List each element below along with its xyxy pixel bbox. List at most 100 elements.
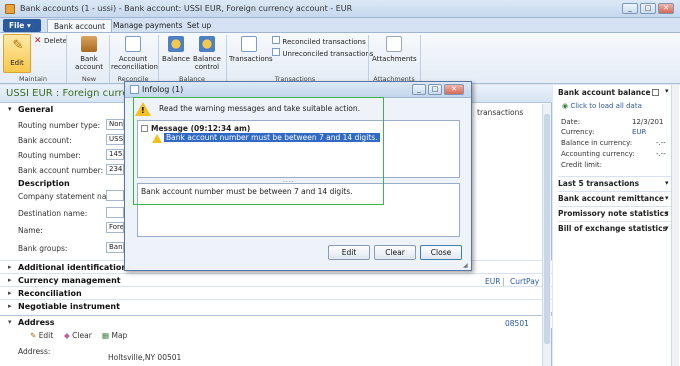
company-statement-name-field[interactable] bbox=[106, 190, 124, 201]
balance-control-button[interactable]: Balance control bbox=[192, 35, 222, 73]
ribbon: ✎ Edit ✕ Delete Maintain Bank account Ne… bbox=[0, 32, 680, 84]
pane-scrollbar[interactable] bbox=[671, 85, 679, 366]
unreconciled-label: Unreconciled transactions bbox=[282, 50, 374, 58]
minimize-button[interactable]: _ bbox=[622, 3, 638, 14]
load-all-data-link[interactable]: ◉ Click to load all data bbox=[562, 102, 642, 110]
section-title: Negotiable instrument bbox=[18, 302, 120, 311]
address-section[interactable]: ▾ Address 08501 bbox=[0, 315, 552, 328]
chevron-down-icon[interactable]: ▾ bbox=[665, 194, 669, 202]
infolog-minimize-button[interactable]: _ bbox=[412, 84, 426, 95]
form-scrollbar[interactable] bbox=[542, 104, 551, 366]
bank-account-field-label: Bank account: bbox=[18, 136, 72, 145]
address-clear-button[interactable]: ◆ Clear bbox=[64, 331, 92, 340]
chevron-down-icon[interactable]: ▾ bbox=[665, 87, 669, 95]
address-label: Address: bbox=[18, 347, 51, 356]
bank-account-number-field[interactable]: 23456 bbox=[106, 164, 124, 175]
pin-icon[interactable] bbox=[652, 89, 659, 96]
expand-arrow-icon: ▸ bbox=[8, 302, 12, 310]
refresh-icon: ◉ bbox=[562, 102, 569, 110]
infolog-close-button[interactable]: ✕ bbox=[444, 84, 464, 95]
pencil-icon: ✎ bbox=[30, 331, 37, 340]
bank-account-field[interactable]: USSI bbox=[106, 134, 124, 145]
edit-button[interactable]: ✎ Edit bbox=[3, 34, 31, 73]
chevron-down-icon[interactable]: ▾ bbox=[665, 209, 669, 217]
general-title: General bbox=[18, 105, 54, 114]
name-field[interactable]: Forei bbox=[106, 222, 124, 233]
scrollbar-thumb[interactable] bbox=[544, 114, 550, 344]
bank-account-icon bbox=[81, 36, 97, 52]
account-reconciliation-button[interactable]: Account reconciliation bbox=[111, 35, 158, 73]
reconciliation-section[interactable]: ▸ Reconciliation bbox=[0, 286, 552, 299]
window-title: Bank accounts (1 - ussi) - Bank account:… bbox=[20, 4, 353, 13]
balance-in-currency-value: -.-- bbox=[656, 139, 666, 147]
group-new: New bbox=[81, 75, 97, 83]
bank-remittance-header[interactable]: Bank account remittance bbox=[558, 191, 678, 205]
close-button[interactable]: ✕ bbox=[658, 3, 674, 14]
delete-label: Delete bbox=[43, 37, 67, 45]
collapse-arrow-icon: ▾ bbox=[8, 318, 12, 326]
infolog-close-dialog-button[interactable]: Close bbox=[420, 245, 462, 260]
destination-name-label: Destination name: bbox=[18, 209, 88, 218]
ribbon-separator bbox=[109, 35, 110, 83]
currency-summary-eur: EUR bbox=[485, 277, 501, 286]
routing-type-field[interactable]: None bbox=[106, 119, 124, 130]
bank-groups-field[interactable]: Bank bbox=[106, 242, 124, 253]
ribbon-separator bbox=[158, 35, 159, 83]
date-value: 12/3/201 bbox=[632, 118, 664, 126]
currency-management-section[interactable]: ▸ Currency management EUR | CurtPay bbox=[0, 273, 552, 286]
balance-in-currency-label: Balance in currency: bbox=[561, 139, 633, 147]
last-5-transactions-header[interactable]: Last 5 transactions bbox=[558, 176, 678, 190]
list-icon bbox=[272, 36, 280, 44]
tab-bank-account[interactable]: Bank account bbox=[47, 19, 113, 33]
destination-name-field[interactable] bbox=[106, 207, 124, 218]
bank-balance-title: Bank account balance bbox=[558, 88, 651, 97]
address-edit-label: Edit bbox=[38, 331, 54, 340]
edit-label: Edit bbox=[10, 59, 24, 67]
expand-arrow-icon: ▸ bbox=[8, 289, 12, 297]
unreconciled-transactions-button[interactable]: Unreconciled transactions bbox=[272, 48, 373, 58]
negotiable-instrument-section[interactable]: ▸ Negotiable instrument bbox=[0, 299, 552, 312]
address-edit-button[interactable]: ✎ Edit bbox=[30, 331, 53, 340]
currency-label: Currency: bbox=[561, 128, 595, 136]
infolog-title: Infolog (1) bbox=[142, 85, 184, 94]
reconciled-label: Reconciled transactions bbox=[282, 38, 366, 46]
attachments-label: Attachments bbox=[372, 55, 417, 63]
infolog-edit-button[interactable]: Edit bbox=[328, 245, 370, 260]
infolog-icon bbox=[130, 85, 139, 94]
bank-account-label: Bank account bbox=[75, 55, 103, 71]
bank-account-number-label: Bank account number: bbox=[18, 166, 104, 175]
resize-grip-icon[interactable]: ◢ bbox=[463, 262, 468, 269]
bank-account-button[interactable]: Bank account bbox=[74, 35, 104, 73]
routing-number-field[interactable]: 1458 bbox=[106, 149, 124, 160]
balance-icon bbox=[168, 36, 184, 52]
date-label: Date: bbox=[561, 118, 581, 126]
app-icon bbox=[5, 4, 15, 14]
account-reconciliation-label: Account reconciliation bbox=[111, 55, 158, 71]
attachments-button[interactable]: Attachments bbox=[372, 35, 417, 73]
bank-groups-label: Bank groups: bbox=[18, 244, 68, 253]
infolog-clear-button[interactable]: Clear bbox=[374, 245, 416, 260]
address-map-button[interactable]: ▦ Map bbox=[102, 331, 127, 340]
pencil-icon: ✎ bbox=[12, 38, 24, 53]
balance-label: Balance bbox=[162, 55, 190, 63]
tab-manage-payments[interactable]: Manage payments bbox=[107, 19, 189, 33]
bank-balance-header[interactable]: Bank account balance bbox=[558, 88, 678, 102]
maximize-button[interactable]: □ bbox=[640, 3, 656, 14]
reconciled-transactions-button[interactable]: Reconciled transactions bbox=[272, 36, 366, 46]
balance-button[interactable]: Balance bbox=[162, 35, 190, 73]
chevron-down-icon[interactable]: ▾ bbox=[665, 179, 669, 187]
address-id: 08501 bbox=[505, 319, 529, 328]
promissory-note-header[interactable]: Promissory note statistics bbox=[558, 206, 678, 220]
address-map-label: Map bbox=[111, 331, 128, 340]
bill-of-exchange-header[interactable]: Bill of exchange statistics bbox=[558, 221, 678, 235]
transactions-button[interactable]: Transactions bbox=[229, 35, 273, 73]
section-title: Additional identification bbox=[18, 263, 128, 272]
chevron-down-icon[interactable]: ▾ bbox=[665, 224, 669, 232]
file-menu[interactable]: File ▾ bbox=[3, 19, 41, 32]
chevron-down-icon: ▾ bbox=[26, 21, 31, 30]
delete-button[interactable]: ✕ Delete bbox=[34, 36, 67, 46]
ribbon-separator bbox=[66, 35, 67, 83]
infolog-maximize-button[interactable]: □ bbox=[428, 84, 442, 95]
tab-set-up[interactable]: Set up bbox=[181, 19, 217, 33]
collapse-arrow-icon: ▾ bbox=[8, 105, 12, 113]
